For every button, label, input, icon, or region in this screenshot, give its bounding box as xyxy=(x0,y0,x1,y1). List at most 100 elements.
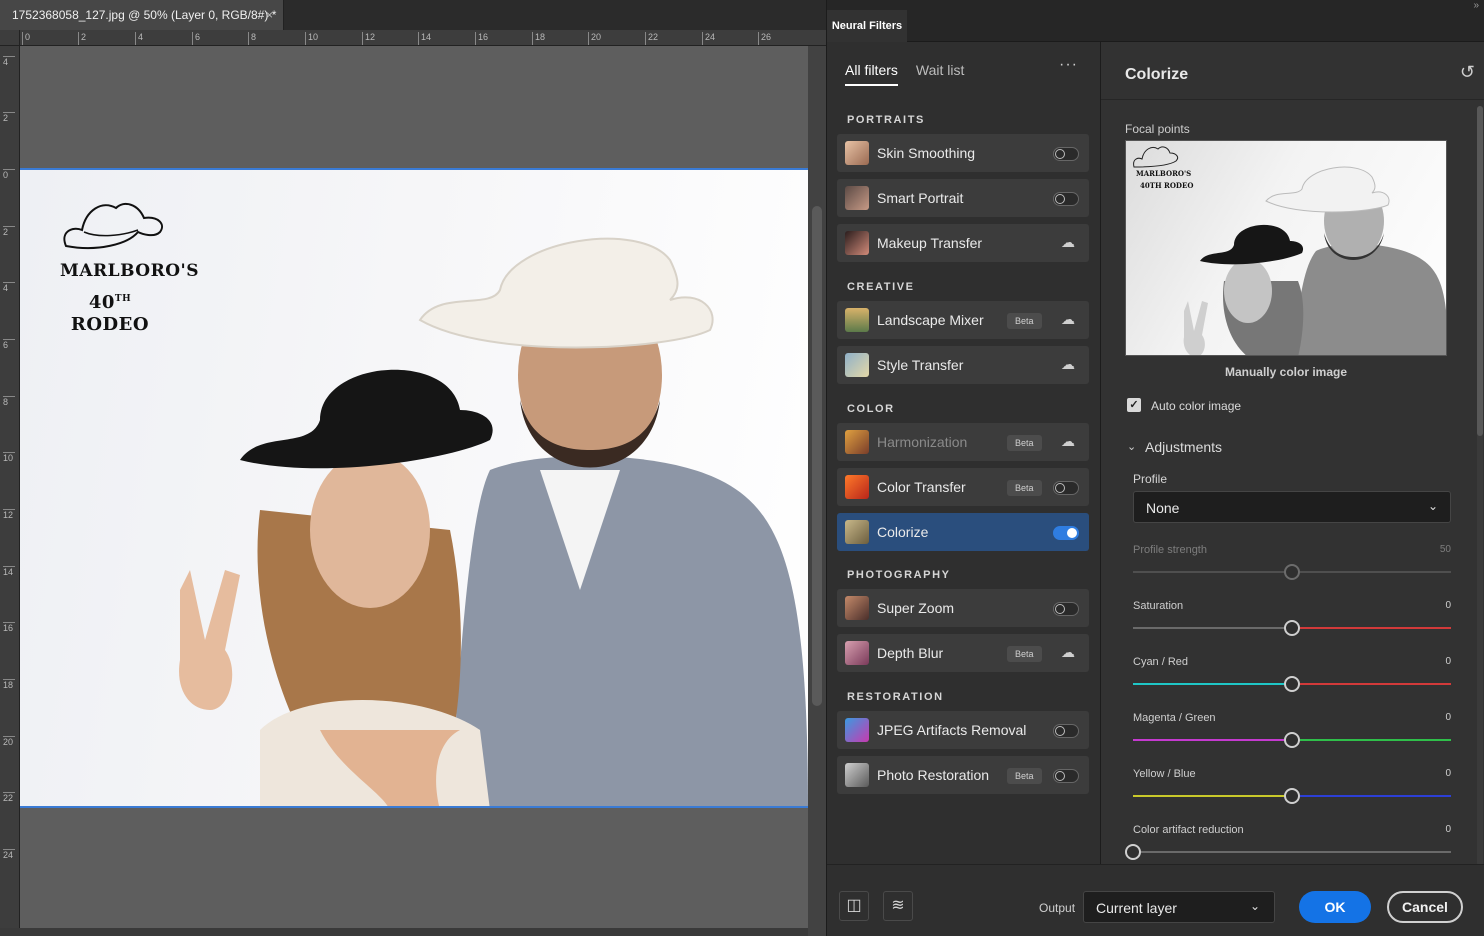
filter-label: Makeup Transfer xyxy=(877,235,983,251)
makeup-transfer-thumbnail-icon xyxy=(845,231,869,255)
filter-harmonization[interactable]: Harmonization Beta ☁ xyxy=(837,423,1089,461)
filter-color-transfer[interactable]: Color Transfer Beta xyxy=(837,468,1089,506)
skin-smoothing-toggle[interactable] xyxy=(1053,147,1079,161)
auto-color-checkbox[interactable]: ✓ xyxy=(1127,398,1141,412)
couple-photo-illustration xyxy=(179,237,808,806)
slider-value: 0 xyxy=(1445,600,1451,611)
ruler-tick: 20 xyxy=(588,32,601,45)
smart-portrait-toggle[interactable] xyxy=(1053,192,1079,206)
filter-landscape-mixer[interactable]: Landscape Mixer Beta ☁ xyxy=(837,301,1089,339)
auto-color-label[interactable]: Auto color image xyxy=(1151,399,1241,413)
reset-icon[interactable]: ↺ xyxy=(1460,62,1475,83)
photo-restoration-toggle[interactable] xyxy=(1053,769,1079,783)
slider-knob[interactable] xyxy=(1284,564,1300,580)
preview-logo-line-2: 40TH RODEO xyxy=(1140,181,1194,190)
horizontal-ruler[interactable]: 0 2 4 6 8 10 12 14 16 18 20 22 24 26 xyxy=(20,30,826,46)
beta-badge: Beta xyxy=(1007,480,1042,496)
ruler-tick: 18 xyxy=(532,32,545,45)
jpeg-artifacts-toggle[interactable] xyxy=(1053,724,1079,738)
color-transfer-thumbnail-icon xyxy=(845,475,869,499)
slider-value: 0 xyxy=(1445,712,1451,723)
slider-knob[interactable] xyxy=(1125,844,1141,860)
output-dropdown[interactable]: Current layer ⌄ xyxy=(1083,891,1275,923)
ok-button[interactable]: OK xyxy=(1299,891,1371,923)
adjustments-header[interactable]: Adjustments xyxy=(1145,439,1222,455)
output-value: Current layer xyxy=(1096,900,1177,916)
chevron-down-icon[interactable]: ⌄ xyxy=(1127,440,1136,453)
filter-photo-restoration[interactable]: Photo Restoration Beta xyxy=(837,756,1089,794)
panel-tab-neural-filters[interactable]: Neural Filters xyxy=(827,10,907,42)
chevron-down-icon: ⌄ xyxy=(1249,899,1260,913)
slider-knob[interactable] xyxy=(1284,676,1300,692)
style-transfer-thumbnail-icon xyxy=(845,353,869,377)
document-image[interactable]: MARLBORO'S 40TH RODEO xyxy=(20,168,808,808)
slider-label: Saturation xyxy=(1133,600,1184,612)
profile-dropdown[interactable]: None ⌄ xyxy=(1133,491,1451,523)
vertical-scrollbar[interactable] xyxy=(808,46,826,936)
ruler-tick: 16 xyxy=(3,622,15,633)
compare-view-icon[interactable]: ◫ xyxy=(839,891,869,921)
filter-skin-smoothing[interactable]: Skin Smoothing xyxy=(837,134,1089,172)
slider-knob[interactable] xyxy=(1284,732,1300,748)
filter-depth-blur[interactable]: Depth Blur Beta ☁ xyxy=(837,634,1089,672)
filter-smart-portrait[interactable]: Smart Portrait xyxy=(837,179,1089,217)
colorize-toggle[interactable] xyxy=(1053,526,1079,540)
cloud-download-icon[interactable]: ☁ xyxy=(1061,311,1075,328)
slider-label: Magenta / Green xyxy=(1133,712,1216,724)
slider-value: 50 xyxy=(1439,544,1451,555)
output-label: Output xyxy=(1039,901,1076,915)
cloud-download-icon[interactable]: ☁ xyxy=(1061,644,1075,661)
filter-colorize[interactable]: Colorize xyxy=(837,513,1089,551)
color-artifact-reduction-slider[interactable]: Color artifact reduction 0 xyxy=(1125,824,1451,868)
slider-track[interactable] xyxy=(1133,851,1451,853)
neural-filters-panel: Neural Filters » All filters Wait list ·… xyxy=(826,0,1484,936)
more-options-icon[interactable]: ··· xyxy=(1059,56,1078,74)
manual-color-link[interactable]: Manually color image xyxy=(1125,365,1447,379)
settings-scrollbar[interactable] xyxy=(1477,106,1483,866)
tab-all-filters[interactable]: All filters xyxy=(845,62,898,86)
cloud-download-icon[interactable]: ☁ xyxy=(1061,234,1075,251)
beta-badge: Beta xyxy=(1007,313,1042,329)
slider-value: 0 xyxy=(1445,768,1451,779)
filter-style-transfer[interactable]: Style Transfer ☁ xyxy=(837,346,1089,384)
slider-knob[interactable] xyxy=(1284,620,1300,636)
document-tab-title: 1752368058_127.jpg @ 50% (Layer 0, RGB/8… xyxy=(12,8,277,22)
expand-icon[interactable]: » xyxy=(1473,0,1479,11)
magenta-green-slider[interactable]: Magenta / Green 0 xyxy=(1133,712,1451,756)
scrollbar-thumb[interactable] xyxy=(812,206,822,706)
horizontal-scrollbar[interactable] xyxy=(0,928,808,936)
scrollbar-thumb[interactable] xyxy=(1477,106,1483,436)
ruler-corner[interactable] xyxy=(0,30,20,46)
cyan-red-slider[interactable]: Cyan / Red 0 xyxy=(1133,656,1451,700)
ruler-tick: 14 xyxy=(418,32,431,45)
filter-super-zoom[interactable]: Super Zoom xyxy=(837,589,1089,627)
close-icon[interactable]: × xyxy=(266,8,273,22)
super-zoom-toggle[interactable] xyxy=(1053,602,1079,616)
ruler-tick: 22 xyxy=(3,792,15,803)
cloud-download-icon[interactable]: ☁ xyxy=(1061,356,1075,373)
filter-jpeg-artifacts-removal[interactable]: JPEG Artifacts Removal xyxy=(837,711,1089,749)
slider-knob[interactable] xyxy=(1284,788,1300,804)
cancel-button[interactable]: Cancel xyxy=(1387,891,1463,923)
cloud-download-icon[interactable]: ☁ xyxy=(1061,433,1075,450)
photoshop-window: 1752368058_127.jpg @ 50% (Layer 0, RGB/8… xyxy=(0,0,1484,936)
yellow-blue-slider[interactable]: Yellow / Blue 0 xyxy=(1133,768,1451,812)
harmonization-thumbnail-icon xyxy=(845,430,869,454)
filter-label: Style Transfer xyxy=(877,357,964,373)
ruler-tick: 2 xyxy=(78,32,86,45)
filter-label: Harmonization xyxy=(877,434,968,450)
document-tab[interactable]: 1752368058_127.jpg @ 50% (Layer 0, RGB/8… xyxy=(0,0,284,30)
vertical-ruler[interactable]: 4 2 0 2 4 6 8 10 12 14 16 18 20 22 24 xyxy=(0,46,20,936)
ruler-tick: 20 xyxy=(3,736,15,747)
profile-strength-slider[interactable]: Profile strength 50 xyxy=(1133,544,1451,588)
focal-points-preview[interactable]: MARLBORO'S 40TH RODEO xyxy=(1125,140,1447,356)
ruler-tick: 22 xyxy=(645,32,658,45)
filter-makeup-transfer[interactable]: Makeup Transfer ☁ xyxy=(837,224,1089,262)
ruler-tick: 4 xyxy=(3,282,15,293)
saturation-slider[interactable]: Saturation 0 xyxy=(1133,600,1451,644)
color-transfer-toggle[interactable] xyxy=(1053,481,1079,495)
tab-wait-list[interactable]: Wait list xyxy=(916,62,964,86)
layers-icon[interactable]: ≋ xyxy=(883,891,913,921)
smart-portrait-thumbnail-icon xyxy=(845,186,869,210)
ruler-tick: 12 xyxy=(362,32,375,45)
